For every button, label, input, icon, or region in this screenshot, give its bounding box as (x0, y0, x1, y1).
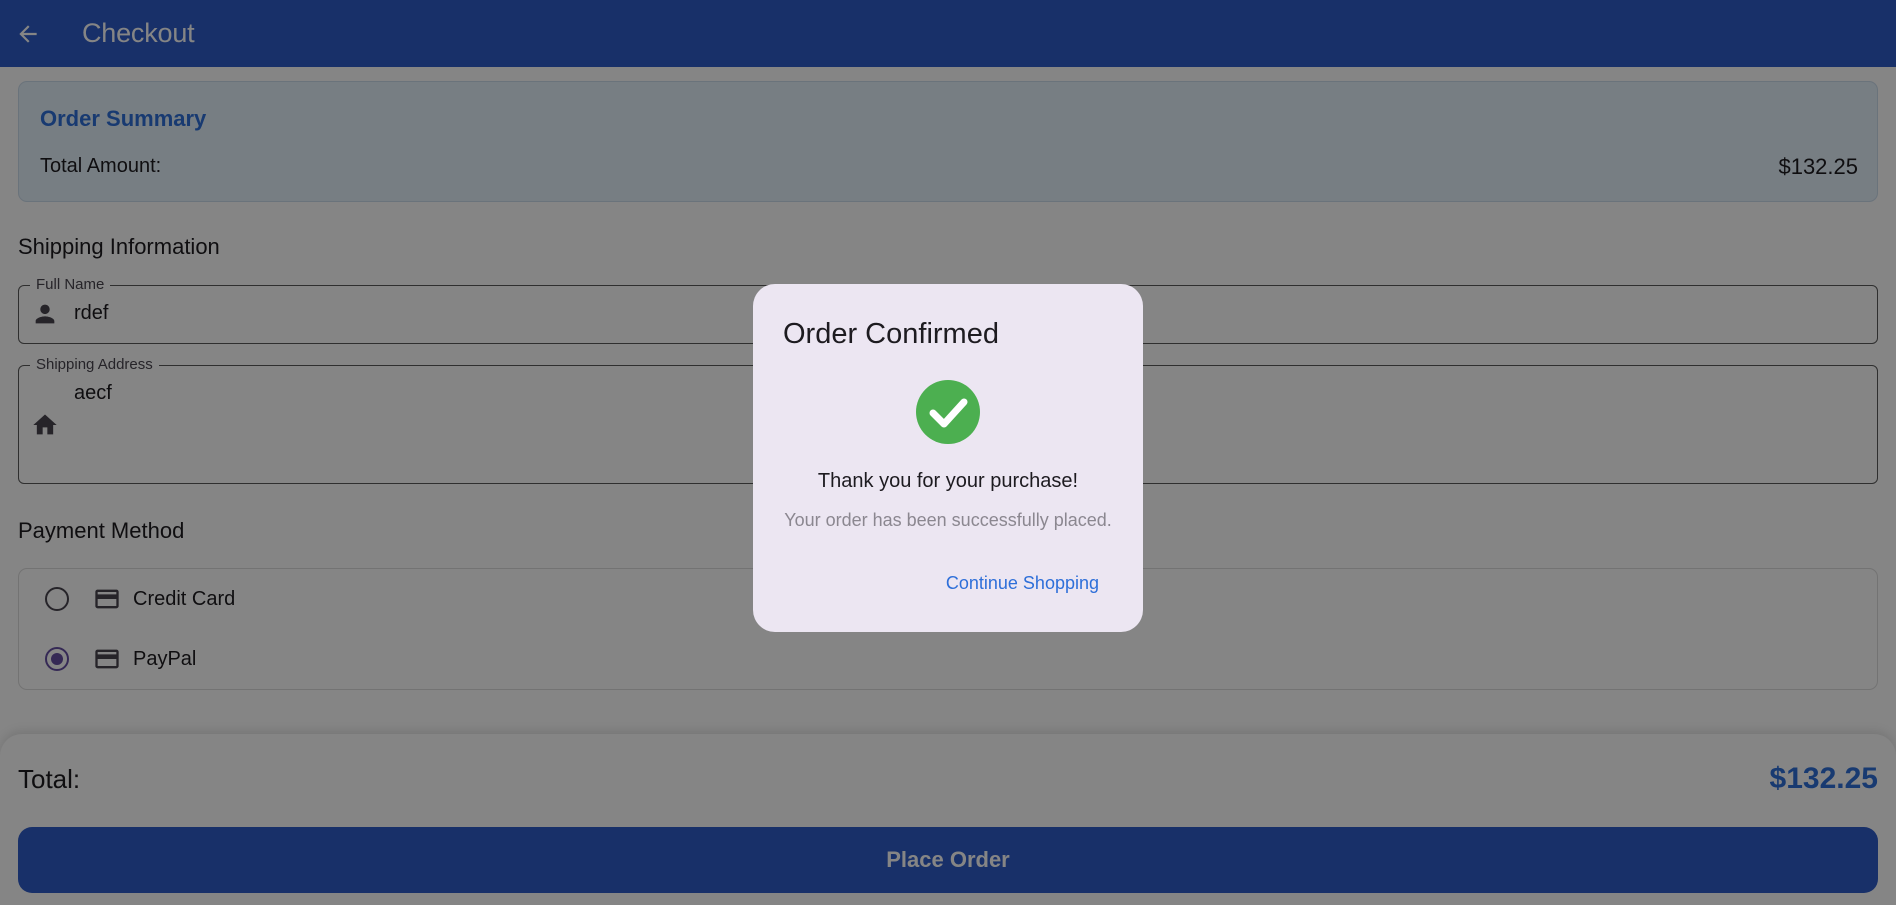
dialog-title: Order Confirmed (783, 318, 999, 350)
order-confirmed-dialog: Order Confirmed Thank you for your purch… (753, 284, 1143, 632)
continue-shopping-button[interactable]: Continue Shopping (946, 573, 1099, 594)
check-circle-icon (916, 380, 980, 444)
dialog-message: Thank you for your purchase! (817, 470, 1079, 492)
dialog-sub-message: Your order has been successfully placed. (784, 510, 1112, 530)
